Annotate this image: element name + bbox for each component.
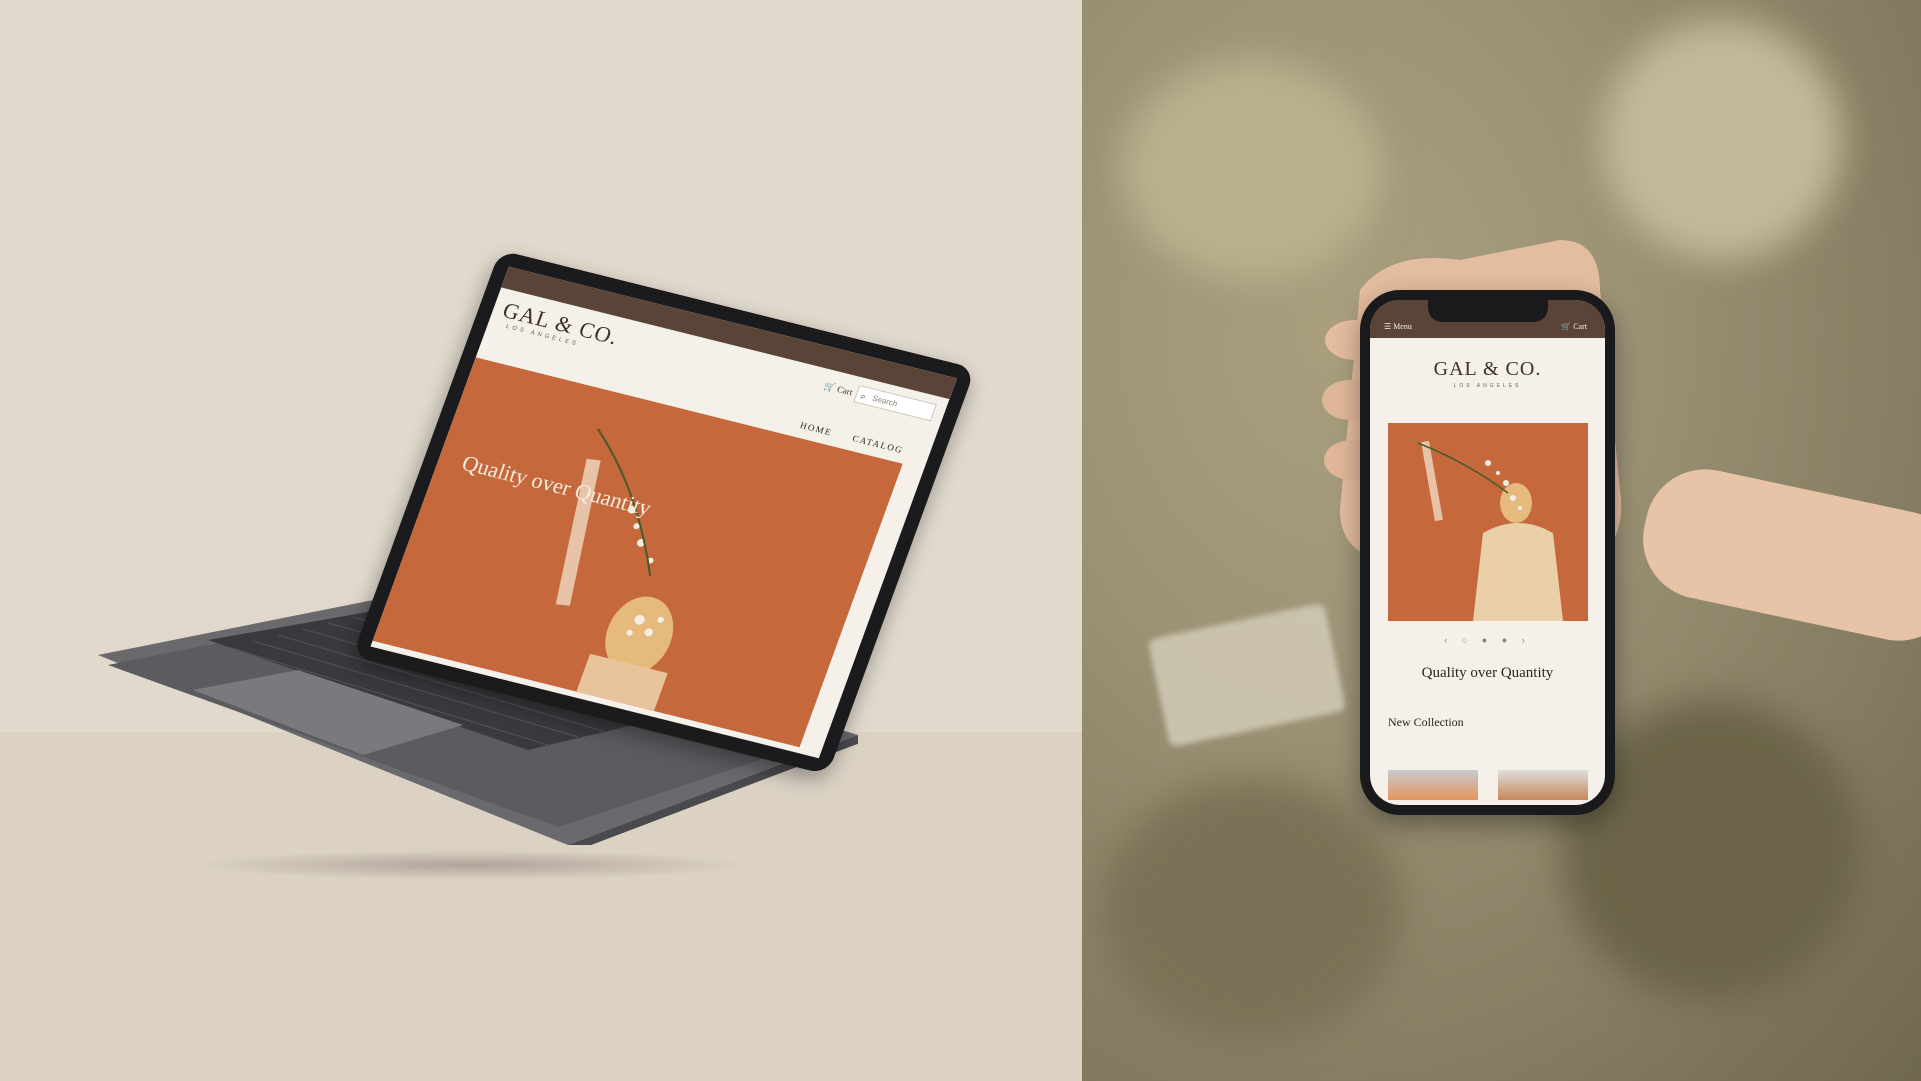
desktop-cart-label: Cart bbox=[835, 384, 855, 398]
mobile-logo[interactable]: GAL & CO. bbox=[1370, 358, 1605, 381]
product-thumbnail[interactable] bbox=[1498, 770, 1588, 800]
hero-photo bbox=[372, 357, 903, 748]
hero-photo bbox=[1388, 423, 1588, 621]
search-icon: ⌕ bbox=[859, 390, 868, 402]
mobile-hero-banner[interactable] bbox=[1388, 423, 1588, 621]
mobile-hero-title: Quality over Quantity bbox=[1421, 665, 1554, 681]
mobile-logo-subtitle: LOS ANGELES bbox=[1453, 383, 1522, 389]
arm bbox=[1631, 458, 1921, 652]
product-thumbnail[interactable] bbox=[1388, 770, 1478, 800]
desktop-cart-link[interactable]: 🛒 Cart bbox=[822, 380, 855, 398]
mobile-webpage: ☰ Menu 🛒 Cart GAL & CO. LOS ANGELES ‹ ○ … bbox=[1370, 300, 1605, 805]
desktop-hero-banner: Quality over Quantity bbox=[372, 357, 903, 748]
desktop-webpage: GAL & CO. LOS ANGELES 🛒 Cart ⌕ Search HO… bbox=[370, 266, 958, 759]
mobile-cart-label: Cart bbox=[1573, 322, 1587, 331]
hamburger-icon: ☰ bbox=[1384, 322, 1392, 331]
collection-thumbnails bbox=[1388, 770, 1588, 800]
laptop-shadow bbox=[190, 850, 750, 880]
laptop-scene: GAL & CO. LOS ANGELES 🛒 Cart ⌕ Search HO… bbox=[0, 0, 1082, 1081]
mobile-menu-button[interactable]: ☰ Menu bbox=[1384, 322, 1412, 331]
blurred-sign bbox=[1147, 602, 1347, 748]
cart-icon: 🛒 bbox=[822, 380, 837, 393]
mobile-menu-label: Menu bbox=[1393, 322, 1412, 331]
background-foliage bbox=[1102, 780, 1402, 1040]
desktop-search-placeholder: Search bbox=[871, 393, 899, 409]
phone-notch bbox=[1428, 300, 1548, 322]
background-foliage bbox=[1122, 60, 1382, 280]
slider-pagination[interactable]: ‹ ○ ● ● › bbox=[1370, 635, 1605, 645]
new-collection-heading: New Collection bbox=[1388, 715, 1464, 729]
cart-icon: 🛒 bbox=[1561, 322, 1572, 331]
nav-home[interactable]: HOME bbox=[799, 420, 834, 437]
phone-device: ☰ Menu 🛒 Cart GAL & CO. LOS ANGELES ‹ ○ … bbox=[1360, 290, 1615, 815]
background-foliage bbox=[1602, 20, 1842, 260]
mobile-cart-button[interactable]: 🛒 Cart bbox=[1561, 322, 1587, 331]
nav-catalog[interactable]: CATALOG bbox=[851, 433, 905, 455]
